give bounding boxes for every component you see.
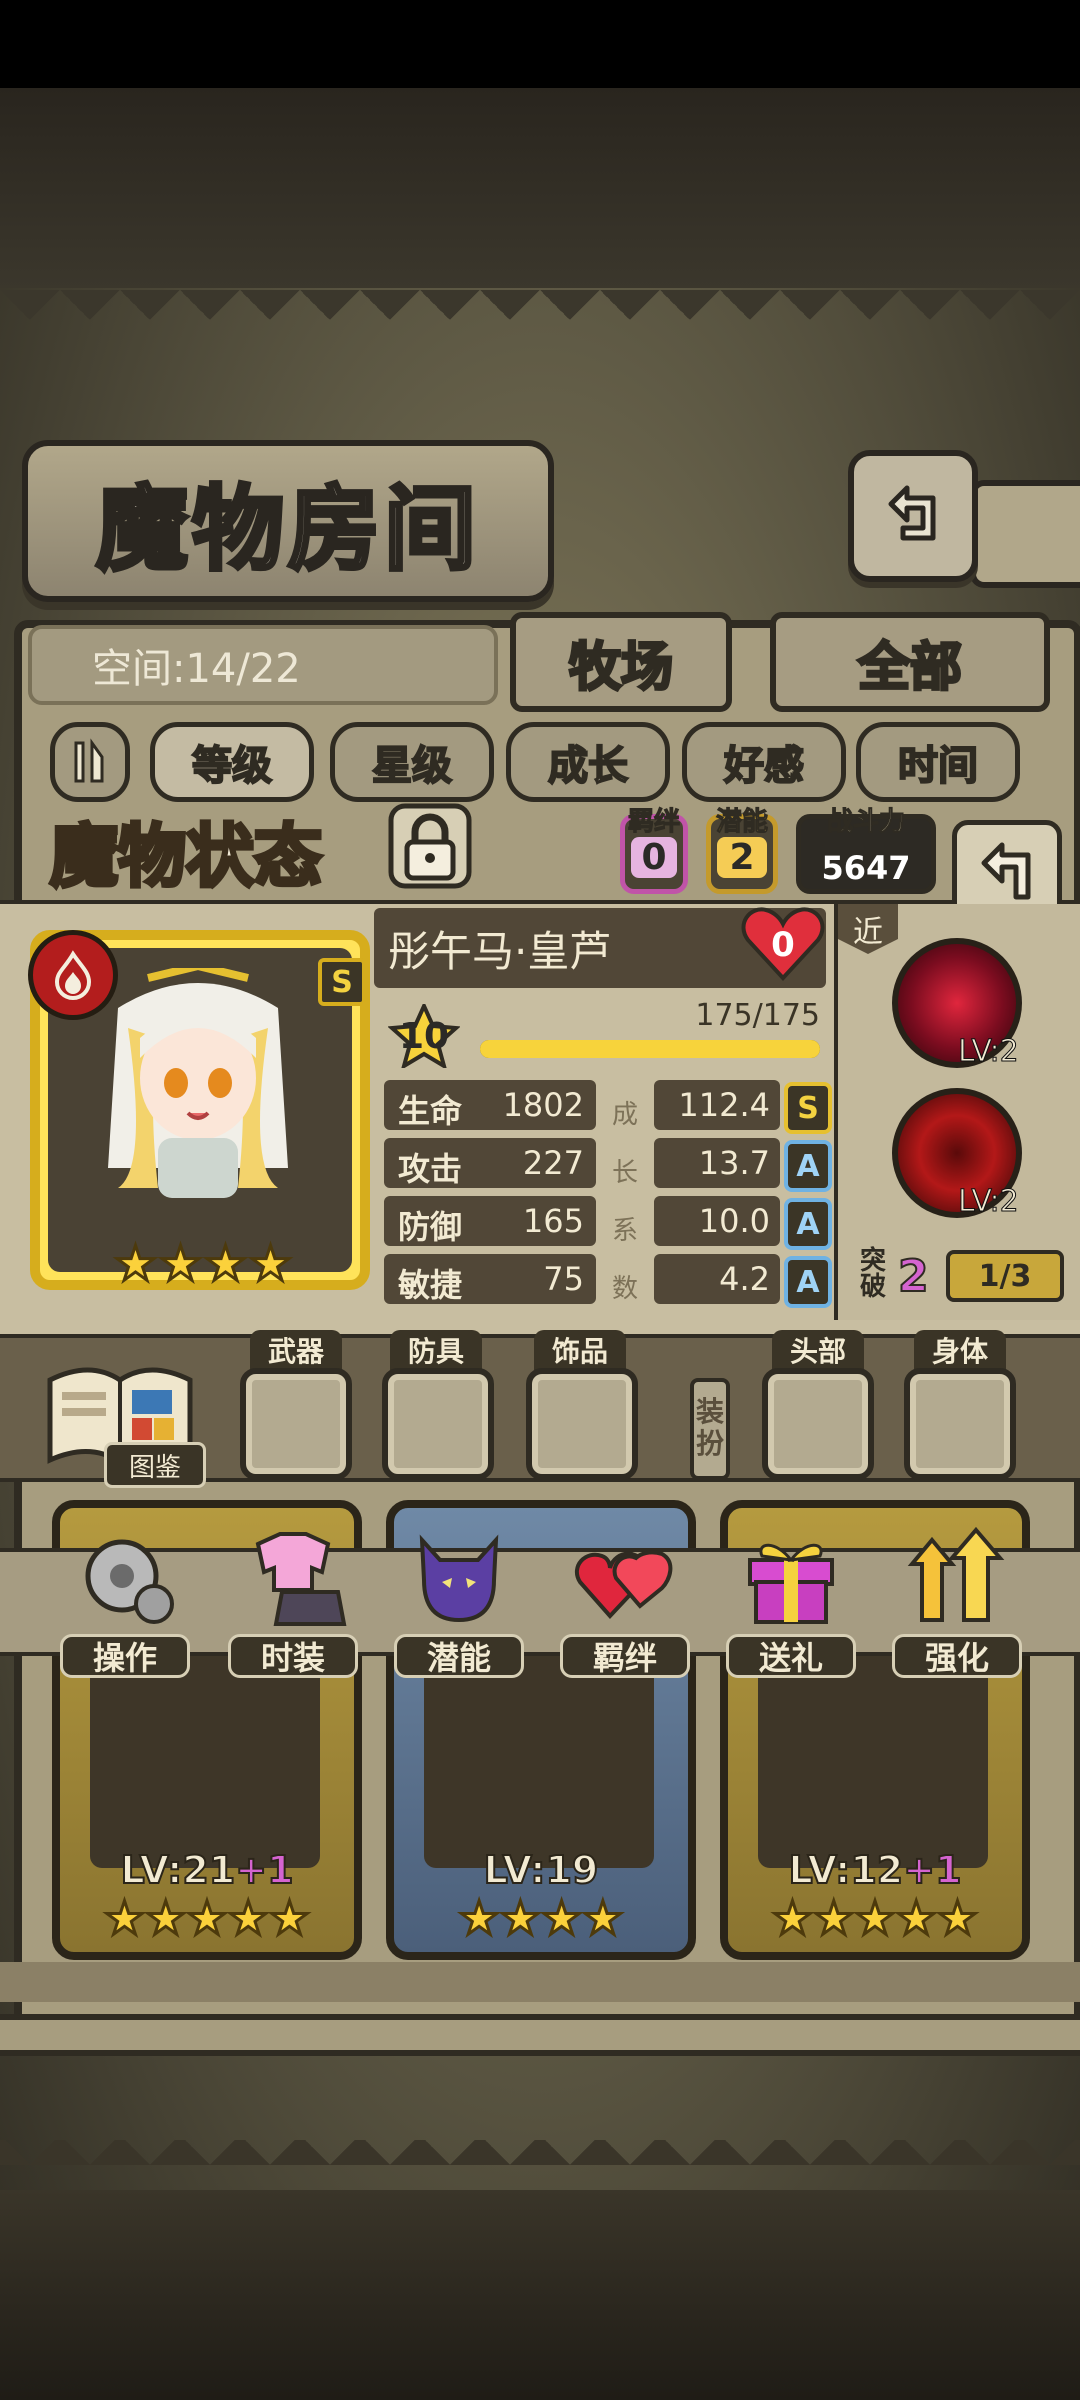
stat-row-attack: 攻击 227 13.7 A (384, 1136, 832, 1192)
bond-count: 羁绊 0 (620, 807, 688, 894)
exp-text: 175/175 (695, 998, 820, 1033)
encyclopedia-label: 图鉴 (104, 1442, 206, 1488)
affection-value: 0 (771, 925, 795, 965)
sort-by-time[interactable]: 时间 (856, 722, 1020, 802)
equip-slot-accessory[interactable] (526, 1368, 638, 1480)
equip-slot-armor[interactable] (382, 1368, 494, 1480)
gear-icon (85, 1539, 174, 1624)
slot-label-head: 头部 (772, 1330, 864, 1370)
potential-count: 潜能 2 (706, 807, 778, 894)
fire-element-icon (28, 930, 118, 1020)
breakthrough-progress: 1/3 (946, 1250, 1064, 1302)
back-button[interactable] (848, 450, 978, 582)
exp-bar (480, 1040, 820, 1058)
skill-level: LV:2 (958, 1184, 1020, 1220)
monster-level: 10 (398, 1015, 450, 1057)
equip-slot-head[interactable] (762, 1368, 874, 1480)
breakthrough-value: 2 (897, 1250, 930, 1303)
back-arrow-icon (888, 485, 936, 541)
stat-row-agility: 敏捷 75 4.2 A (384, 1252, 832, 1308)
status-bar (0, 0, 1080, 88)
sort-order-icon (74, 738, 104, 783)
bottom-border-decoration (0, 2190, 1080, 2400)
skill-level: LV:2 (958, 1034, 1020, 1070)
sort-bar: 等级 星级 成长 好感 时间 (30, 722, 1050, 812)
rank-badge: S (318, 958, 366, 1006)
breakthrough-label: 突破 (859, 1246, 886, 1302)
tab-all[interactable]: 全部 (770, 612, 1050, 712)
action-enhance-button[interactable]: 强化 (892, 1520, 1022, 1678)
page-title: 魔物房间 (22, 440, 554, 602)
tab-ranch[interactable]: 牧场 (510, 612, 732, 712)
portrait-stars: ★ ★ ★ ★ (112, 1236, 293, 1292)
action-operate-button[interactable]: 操作 (60, 1520, 190, 1678)
monster-card-stars: ★ ★ ★ ★ ★ (770, 1891, 979, 1946)
equip-slot-body[interactable] (904, 1368, 1016, 1480)
sort-by-growth[interactable]: 成长 (506, 722, 670, 802)
growth-caption-char: 数 (612, 1274, 639, 1304)
growth-caption-char: 系 (612, 1216, 639, 1246)
monster-card-stars: ★ ★ ★ ★ ★ (102, 1891, 311, 1946)
potential-demon-icon (419, 1534, 499, 1623)
monster-card-level: LV:21+1 (119, 1847, 294, 1893)
bond-hearts-icon (574, 1550, 673, 1619)
growth-grade-badge: A (784, 1198, 832, 1250)
slot-label-weapon: 武器 (250, 1330, 342, 1370)
combat-power: 战斗力 5647 (796, 807, 936, 894)
gift-icon (748, 1543, 834, 1624)
growth-grade-badge: S (784, 1082, 832, 1134)
equip-slot-weapon[interactable] (240, 1368, 352, 1480)
stat-row-hp: 生命 1802 112.4 S (384, 1078, 832, 1134)
growth-caption-char: 长 (612, 1158, 639, 1188)
stat-row-defense: 防御 165 10.0 A (384, 1194, 832, 1250)
space-capacity: 空间:14/22 (28, 625, 498, 705)
sort-order-toggle[interactable] (50, 722, 130, 802)
exp-bar-fill (480, 1040, 820, 1058)
next-row-edge (0, 1962, 1080, 2002)
action-costume-button[interactable]: 时装 (228, 1520, 358, 1678)
enhance-arrows-icon (907, 1526, 1005, 1622)
zigzag-decoration-top (0, 290, 1080, 350)
growth-grade-badge: A (784, 1140, 832, 1192)
sort-by-stars[interactable]: 星级 (330, 722, 494, 802)
back-button-tail (970, 480, 1080, 588)
action-bond-button[interactable]: 羁绊 (560, 1520, 690, 1678)
sort-by-affection[interactable]: 好感 (682, 722, 846, 802)
action-gift-button[interactable]: 送礼 (726, 1520, 856, 1678)
growth-caption-char: 成 (612, 1100, 639, 1130)
slot-label-accessory: 饰品 (534, 1330, 626, 1370)
lock-icon[interactable] (385, 800, 475, 892)
costume-icon (255, 1532, 347, 1626)
monster-card-stars: ★ ★ ★ ★ (457, 1891, 625, 1946)
monster-card-level: LV:12+1 (787, 1847, 962, 1893)
sort-by-level[interactable]: 等级 (150, 722, 314, 802)
top-border-decoration (0, 88, 1080, 288)
monster-card-level: LV:19 (483, 1847, 600, 1893)
growth-grade-badge: A (784, 1256, 832, 1308)
monster-portrait-art (108, 968, 288, 1198)
return-arrow-icon (981, 842, 1031, 900)
zigzag-decoration-bottom (0, 2140, 1080, 2190)
status-title: 魔物状态 (48, 816, 324, 899)
action-potential-button[interactable]: 潜能 (394, 1520, 524, 1678)
affection-heart-icon[interactable]: 0 (740, 904, 826, 984)
dress-up-label: 装扮 (690, 1378, 730, 1480)
bottom-rail (0, 2014, 1080, 2056)
slot-label-armor: 防具 (390, 1330, 482, 1370)
slot-label-body: 身体 (914, 1330, 1006, 1370)
